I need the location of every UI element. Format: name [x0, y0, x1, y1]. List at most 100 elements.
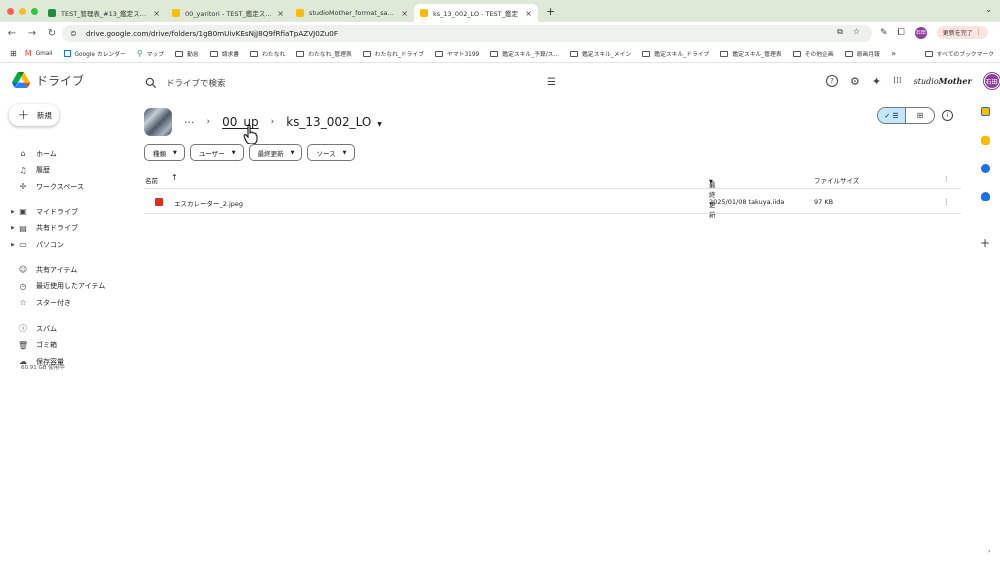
expand-caret-icon[interactable]: ▶: [11, 225, 15, 231]
maximize-window-button[interactable]: [31, 7, 38, 15]
column-options-icon[interactable]: ⋮: [943, 175, 950, 183]
browser-tab[interactable]: ks_13_002_LO - TEST_鑑定 ×: [414, 4, 538, 22]
bookmark-item[interactable]: 原画月報: [844, 49, 880, 58]
new-tab-button[interactable]: +: [546, 5, 555, 18]
bookmark-label: 鑑定スキル_ドライブ: [654, 52, 710, 58]
bookmark-item[interactable]: M Gmail: [25, 49, 53, 58]
close-tab-icon[interactable]: ×: [525, 9, 532, 18]
expand-caret-icon[interactable]: ▶: [11, 209, 15, 215]
sidebar-item-trash[interactable]: 🗑 ゴミ箱: [0, 338, 140, 353]
bookmark-item[interactable]: わたなれ_管理表: [296, 49, 352, 58]
bookmark-item[interactable]: わたなれ: [250, 49, 285, 58]
pen-icon[interactable]: ✎: [880, 28, 888, 38]
browser-tab[interactable]: studioMother_format_sample ×: [290, 4, 414, 22]
profile-avatar-small[interactable]: 石田: [914, 26, 927, 39]
sidebar-item-spam[interactable]: ⓘ スパム: [0, 321, 140, 336]
site-info-icon[interactable]: ⊜: [70, 29, 80, 38]
keep-app-icon[interactable]: [981, 136, 990, 145]
install-icon[interactable]: ⧉: [837, 27, 843, 37]
sidebar-item-shared-drive[interactable]: ▶ ▤ 共有ドライブ: [0, 221, 140, 236]
apps-grid-icon[interactable]: ⊞: [10, 49, 17, 58]
new-button[interactable]: + 新規: [9, 104, 59, 126]
workspace-icon: ✢: [19, 182, 27, 192]
bookmark-item[interactable]: その他企画: [792, 49, 834, 58]
bookmark-item[interactable]: 鑑定スキル_メイン: [569, 49, 631, 58]
bookmark-item[interactable]: Google カレンダー: [63, 49, 126, 58]
sidebar-item-star[interactable]: ☆ スター付き: [0, 295, 140, 310]
sidebar-item-home[interactable]: ⌂ ホーム: [0, 146, 140, 161]
more-vert-icon: ⋮: [975, 29, 982, 36]
drive-search-bar[interactable]: ドライブで検索 ☰: [134, 68, 566, 98]
expand-caret-icon[interactable]: ▶: [11, 242, 15, 248]
folder-icon: [924, 50, 933, 57]
info-icon[interactable]: i: [942, 110, 953, 121]
account-avatar[interactable]: 石田: [983, 73, 1000, 89]
calendar-app-icon[interactable]: [981, 107, 990, 116]
sidebar-item-label: 共有アイテム: [36, 265, 78, 274]
sidebar-item-my-drive[interactable]: ▶ ▣ マイドライブ: [0, 204, 140, 219]
maps-icon: ⚲: [136, 49, 143, 58]
row-more-actions-icon[interactable]: ⋮: [943, 198, 950, 206]
help-icon[interactable]: ?: [826, 75, 838, 87]
filter-chip[interactable]: 種類 ▼: [144, 144, 185, 161]
bookmark-item[interactable]: ヤマト3199: [435, 49, 479, 58]
breadcrumb-current-folder[interactable]: ks_13_002_LO ▼: [286, 115, 382, 129]
sort-arrow-up-icon[interactable]: ↑: [171, 173, 178, 182]
bookmarks-more-button[interactable]: »: [891, 49, 896, 58]
bookmark-item[interactable]: 鑑定スキル_管理表: [720, 49, 782, 58]
extensions-icon[interactable]: ⧠: [898, 28, 905, 38]
filter-chip[interactable]: ユーザー ▼: [189, 144, 244, 161]
forward-button[interactable]: →: [22, 28, 42, 39]
browser-tab[interactable]: TEST_管理表_#13_鑑定スキル ×: [42, 4, 166, 22]
close-tab-icon[interactable]: ×: [277, 9, 284, 18]
search-options-icon[interactable]: ☰: [547, 77, 556, 88]
all-bookmarks-button[interactable]: すべてのブックマーク: [924, 49, 994, 58]
close-tab-icon[interactable]: ×: [153, 9, 160, 18]
sidebar-item-computer[interactable]: ▶ ▭ パソコン: [0, 237, 140, 252]
file-table-header: 名前 ↑ 最終更新 ▼ ファイルサイズ ⋮: [144, 171, 961, 219]
search-icon[interactable]: [144, 76, 158, 90]
bookmark-item[interactable]: 鑑定スキル_予算/ス...: [490, 49, 559, 58]
filter-chip[interactable]: ソース ▼: [307, 144, 355, 161]
column-name-header[interactable]: 名前: [145, 175, 158, 185]
update-button[interactable]: 更新を完了 ⋮: [936, 26, 988, 39]
list-view-button[interactable]: ✓ ☰: [878, 108, 907, 123]
bookmark-item[interactable]: 請求書: [209, 49, 239, 58]
breadcrumb-more-button[interactable]: ···: [184, 116, 195, 129]
column-size-header[interactable]: ファイルサイズ: [814, 175, 859, 185]
gemini-sparkle-icon[interactable]: ✦: [872, 75, 881, 88]
caret-down-icon: ▼: [709, 179, 713, 185]
close-window-button[interactable]: [7, 7, 14, 15]
tab-search-icon[interactable]: ⌄: [985, 5, 992, 14]
contacts-app-icon[interactable]: [981, 192, 990, 201]
sidebar-item-shared[interactable]: ☺ 共有アイテム: [0, 262, 140, 277]
google-drive-logo-icon[interactable]: [12, 72, 30, 88]
bookmark-item[interactable]: 勤怠: [175, 49, 199, 58]
bookmark-item[interactable]: 鑑定スキル_ドライブ: [642, 49, 709, 58]
add-app-icon[interactable]: +: [980, 236, 990, 250]
tasks-app-icon[interactable]: [981, 164, 990, 173]
url-field[interactable]: ⊜ drive.google.com/drive/folders/1gB0mUi…: [62, 25, 872, 42]
sidebar-item-bell[interactable]: ♫ 履歴: [0, 163, 140, 178]
tab-favicon-icon: [48, 9, 56, 17]
sidebar-item-workspace[interactable]: ✢ ワークスペース: [0, 179, 140, 194]
filter-chip[interactable]: 最終更新 ▼: [248, 144, 303, 161]
folder-icon: [490, 50, 499, 57]
sidebar-item-label: スパム: [36, 324, 57, 333]
grid-view-button[interactable]: ⊞: [906, 108, 934, 123]
scroll-down-arrow[interactable]: ›: [988, 548, 990, 555]
bookmark-star-icon[interactable]: ☆: [853, 27, 860, 37]
google-apps-icon[interactable]: ⁞⁞⁞: [893, 76, 902, 86]
reload-button[interactable]: ↻: [42, 28, 62, 39]
bookmark-item[interactable]: わたなれ_ドライブ: [362, 49, 424, 58]
settings-gear-icon[interactable]: ⚙: [850, 75, 860, 88]
folder-thumbnail[interactable]: [144, 108, 172, 136]
sidebar-item-clock[interactable]: ◷ 最近使用したアイテム: [0, 279, 140, 294]
table-row[interactable]: エスカレーター_2.jpeg 2025/01/08 takuya.iida 97…: [144, 190, 961, 214]
back-button[interactable]: ←: [2, 28, 22, 39]
bookmark-item[interactable]: ⚲ マップ: [137, 49, 164, 58]
filter-chip-label: ソース: [316, 149, 336, 158]
close-tab-icon[interactable]: ×: [401, 9, 408, 18]
minimize-window-button[interactable]: [19, 7, 26, 15]
browser-tab[interactable]: 00_yaritori - TEST_鑑定スキル ×: [166, 4, 290, 22]
